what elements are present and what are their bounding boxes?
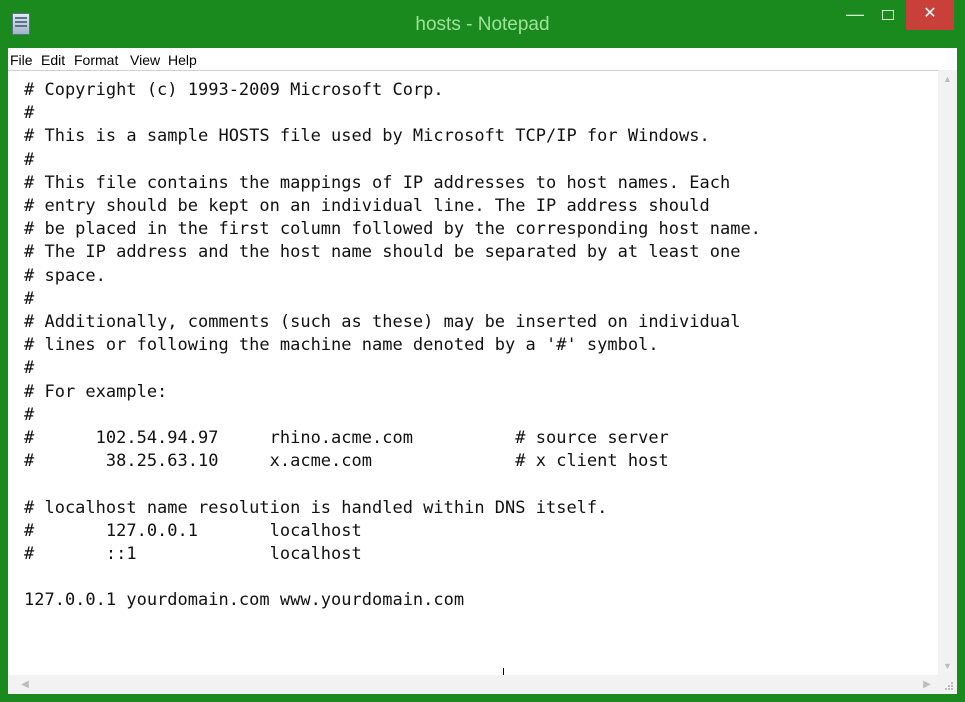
maximize-button[interactable] — [872, 0, 904, 30]
menu-bar: File Edit Format View Help — [8, 48, 957, 70]
minimize-icon: — — [846, 4, 864, 24]
scroll-left-icon[interactable]: ◀ — [16, 675, 34, 694]
menu-view[interactable]: View — [130, 52, 160, 68]
menu-help[interactable]: Help — [168, 52, 197, 68]
scroll-down-icon[interactable]: ▼ — [938, 657, 957, 675]
client-area: File Edit Format View Help # Copyright (… — [8, 48, 957, 694]
close-icon: ✕ — [923, 5, 937, 22]
resize-grip-icon[interactable] — [938, 675, 957, 694]
window-title: hosts - Notepad — [415, 14, 550, 35]
minimize-button[interactable]: — — [838, 0, 872, 30]
horizontal-scrollbar[interactable]: ◀ ▶ — [8, 675, 938, 694]
scroll-right-icon[interactable]: ▶ — [918, 675, 936, 694]
text-editor[interactable]: # Copyright (c) 1993-2009 Microsoft Corp… — [8, 70, 938, 688]
scroll-up-icon[interactable]: ▲ — [938, 70, 957, 88]
red-underline-annotation — [8, 71, 938, 676]
menu-format[interactable]: Format — [74, 52, 118, 68]
title-bar[interactable]: hosts - Notepad — ✕ — [0, 0, 965, 48]
menu-file[interactable]: File — [10, 52, 33, 68]
vertical-scrollbar[interactable]: ▲ ▼ — [938, 70, 957, 675]
notepad-window: hosts - Notepad — ✕ File Edit Format Vie… — [0, 0, 965, 702]
close-button[interactable]: ✕ — [906, 0, 954, 30]
maximize-icon — [882, 10, 894, 20]
menu-edit[interactable]: Edit — [41, 52, 65, 68]
